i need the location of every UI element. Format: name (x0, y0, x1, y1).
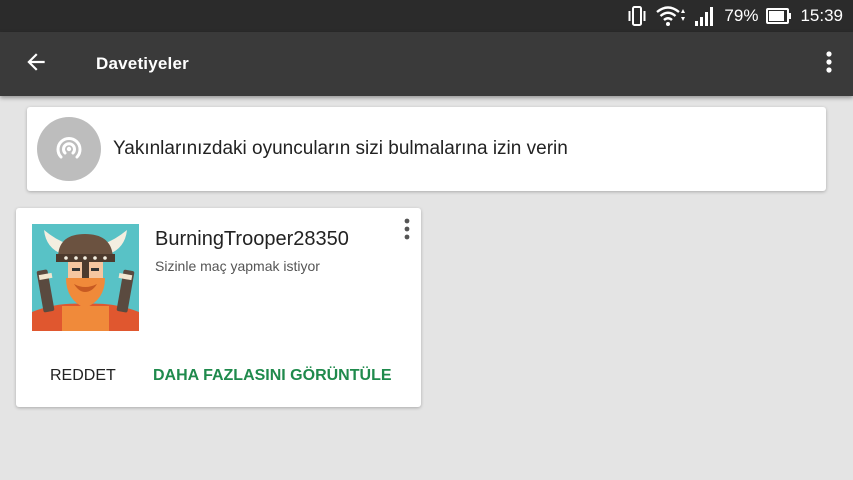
view-more-button[interactable]: DAHA FAZLASINI GÖRÜNTÜLE (144, 358, 401, 394)
clock: 15:39 (800, 6, 843, 25)
more-vert-icon (825, 50, 833, 79)
app-bar: Davetiyeler (0, 32, 853, 96)
vibrate-icon (626, 5, 648, 27)
status-indicators: 79% 15:39 (626, 0, 843, 32)
player-name: BurningTrooper28350 (155, 228, 349, 250)
viking-warrior-avatar (32, 224, 139, 331)
more-vert-icon (404, 218, 410, 245)
page-title: Davetiyeler (96, 54, 189, 73)
nearby-banner-text: Yakınlarınızdaki oyuncuların sizi bulmal… (113, 138, 568, 159)
invitation-card: BurningTrooper28350 Sizinle maç yapmak i… (16, 208, 421, 407)
battery-percent: 79% (724, 6, 759, 25)
invitation-menu-button[interactable] (396, 217, 418, 245)
back-button[interactable] (14, 44, 58, 84)
signal-icon (694, 5, 716, 27)
nearby-signal-icon (37, 117, 101, 181)
invitation-status: Sizinle maç yapmak istiyor (155, 258, 320, 274)
status-bar: 79% 15:39 (0, 0, 853, 32)
nearby-players-banner[interactable]: Yakınlarınızdaki oyuncuların sizi bulmal… (27, 107, 826, 191)
battery-icon (766, 7, 792, 25)
decline-button[interactable]: REDDET (40, 358, 126, 394)
arrow-back-icon (23, 49, 49, 80)
overflow-menu-button[interactable] (817, 46, 841, 82)
wifi-icon (656, 5, 686, 27)
